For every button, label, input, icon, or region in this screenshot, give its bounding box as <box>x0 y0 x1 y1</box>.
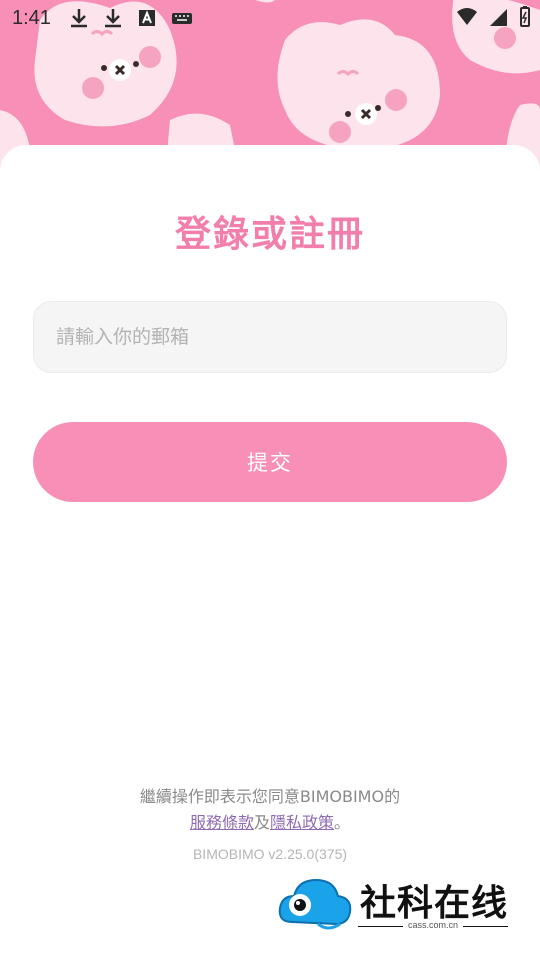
wifi-icon <box>457 8 477 25</box>
page-title: 登錄或註冊 <box>174 214 365 255</box>
login-card <box>0 145 540 960</box>
notification-icons <box>68 7 194 29</box>
signal-icon <box>490 9 507 26</box>
privacy-link[interactable]: 隱私政策 <box>270 813 334 832</box>
text-a-icon <box>139 10 155 26</box>
watermark: 社科在线 cass.com.cn <box>278 872 518 934</box>
download-icon <box>71 9 87 28</box>
divider <box>358 926 403 927</box>
status-bar: 1:41 <box>0 0 540 36</box>
system-icons <box>456 6 532 28</box>
app-version: BIMOBIMO v2.25.0(375) <box>192 846 348 862</box>
period-text: 。 <box>334 813 351 832</box>
email-field[interactable] <box>33 301 507 373</box>
keyboard-icon <box>172 13 192 24</box>
watermark-name: 社科在线 <box>360 883 509 924</box>
divider <box>463 926 508 927</box>
watermark-url: cass.com.cn <box>407 920 458 930</box>
cloud-logo-icon <box>278 878 352 930</box>
download-icon <box>105 9 121 28</box>
battery-icon <box>520 6 530 27</box>
agreement-links: 服務條款及隱私政策。 <box>0 810 540 836</box>
conjunction-text: 及 <box>253 813 270 832</box>
terms-link[interactable]: 服務條款 <box>190 813 254 832</box>
submit-button[interactable]: 提交 <box>33 422 507 502</box>
agreement-notice: 繼續操作即表示您同意BIMOBIMO的 服務條款及隱私政策。 <box>0 784 540 836</box>
agreement-text: 繼續操作即表示您同意BIMOBIMO的 <box>139 787 401 806</box>
status-time: 1:41 <box>12 7 51 29</box>
